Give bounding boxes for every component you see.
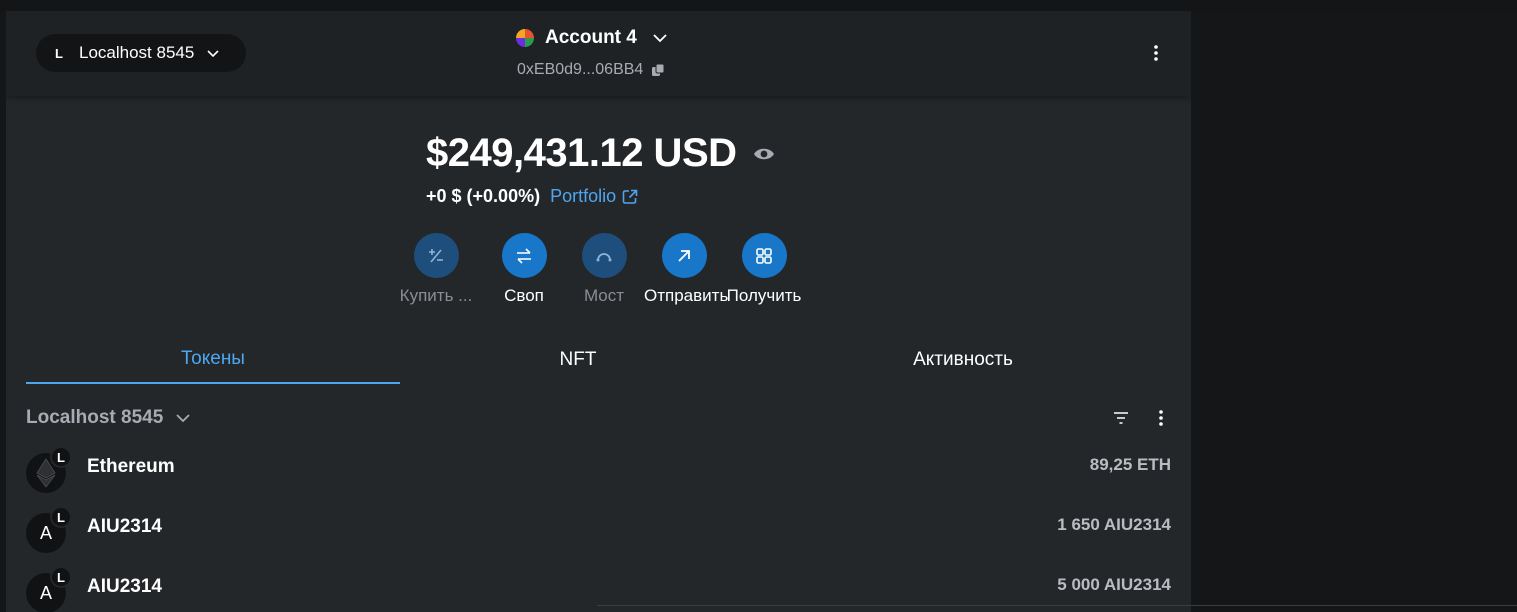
balance-change-row: +0 $ (+0.00%) Portfolio	[426, 186, 638, 207]
network-label: Localhost 8545	[79, 43, 195, 62]
swap-label: Своп	[504, 286, 544, 305]
account-menu: Account 4 0xEB0d9...06BB4	[516, 27, 696, 87]
window-top-strip	[0, 0, 1517, 11]
receive-icon	[741, 233, 787, 278]
token-row[interactable]: L Ethereum 89,25 ETH	[26, 446, 1171, 499]
more-options-icon[interactable]	[1146, 41, 1166, 65]
more-options-icon[interactable]	[1153, 407, 1169, 429]
token-row[interactable]: A L AIU2314 1 650 AIU2314	[26, 506, 1171, 559]
network-badge: L	[50, 566, 72, 588]
action-buttons: Купить ... Своп Мост Отправить Получить	[396, 233, 816, 313]
account-address: 0xEB0d9...06BB4	[517, 61, 644, 78]
external-link-icon[interactable]	[622, 189, 638, 205]
account-name: Account 4	[545, 27, 637, 48]
token-amount: 5 000 AIU2314	[1057, 575, 1171, 594]
token-network-filter[interactable]: Localhost 8545	[26, 407, 190, 429]
bridge-label: Мост	[583, 286, 625, 305]
token-network-label: Localhost 8545	[26, 407, 164, 428]
eye-icon[interactable]	[753, 146, 775, 162]
app-header: L Localhost 8545 Account 4 0xEB0d9...06B…	[6, 11, 1191, 96]
token-list-header: Localhost 8545	[26, 407, 1171, 431]
token-name: AIU2314	[87, 516, 162, 537]
network-badge: L	[50, 506, 72, 528]
token-amount: 89,25 ETH	[1089, 455, 1171, 474]
tab-nft[interactable]: NFT	[391, 336, 765, 384]
send-label: Отправить	[644, 286, 729, 305]
balance-display: $249,431.12 USD	[426, 131, 775, 176]
balance-change: +0 $ (+0.00%)	[426, 186, 541, 206]
buy-sell-button[interactable]: Купить ...	[396, 233, 476, 306]
network-badge: L	[50, 446, 72, 468]
balance-amount: $249,431.12 USD	[426, 131, 737, 175]
swap-icon	[501, 233, 547, 278]
wallet-panel: L Localhost 8545 Account 4 0xEB0d9...06B…	[6, 11, 1191, 612]
divider	[597, 605, 1517, 606]
receive-label: Получить	[726, 286, 802, 305]
send-icon	[661, 233, 707, 278]
swap-button[interactable]: Своп	[484, 233, 564, 306]
buy-sell-icon	[413, 233, 459, 278]
account-picker-button[interactable]: Account 4	[516, 27, 696, 49]
network-badge: L	[55, 45, 63, 61]
buy-sell-label: Купить ...	[399, 286, 473, 305]
address-row: 0xEB0d9...06BB4	[517, 61, 696, 79]
token-name: Ethereum	[87, 456, 175, 477]
tab-activity[interactable]: Активность	[776, 336, 1150, 384]
account-avatar	[516, 29, 534, 47]
tab-bar: Токены NFT Активность	[26, 336, 1171, 384]
send-button[interactable]: Отправить	[644, 233, 729, 306]
token-amount: 1 650 AIU2314	[1057, 515, 1171, 534]
copy-icon[interactable]	[651, 63, 665, 77]
portfolio-link[interactable]: Portfolio	[550, 186, 616, 207]
receive-button[interactable]: Получить	[724, 233, 804, 306]
chevron-down-icon	[206, 46, 220, 60]
bridge-button[interactable]: Мост	[564, 233, 644, 306]
chevron-down-icon	[175, 411, 190, 425]
sort-filter-icon[interactable]	[1113, 410, 1129, 426]
network-picker-button[interactable]: L Localhost 8545	[36, 34, 246, 72]
tab-tokens[interactable]: Токены	[26, 336, 400, 384]
bridge-icon	[581, 233, 627, 278]
chevron-down-icon	[652, 31, 667, 45]
token-name: AIU2314	[87, 576, 162, 597]
